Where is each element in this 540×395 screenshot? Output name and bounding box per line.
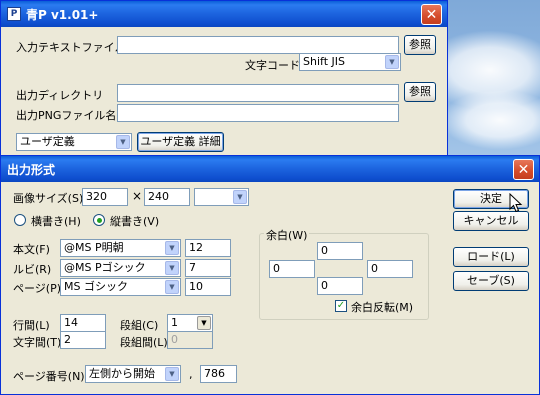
dialog-titlebar[interactable]: 出力形式 ✕ — [1, 156, 539, 182]
char-spacing-label: 文字間(T) — [13, 336, 62, 349]
chevron-down-icon[interactable]: ▼ — [165, 261, 179, 275]
page-font-label: ページ(P) — [13, 282, 61, 295]
charcode-value: Shift JIS — [303, 55, 345, 68]
horizontal-label: 横書き(H) — [31, 215, 81, 228]
margin-left-field[interactable]: 0 — [269, 260, 315, 278]
charcode-select[interactable]: Shift JIS ▼ — [299, 53, 401, 71]
chevron-down-icon[interactable]: ▼ — [165, 280, 179, 294]
line-spacing-field[interactable]: 14 — [60, 314, 106, 332]
close-icon[interactable]: ✕ — [513, 159, 534, 180]
height-field[interactable]: 240 — [144, 188, 190, 206]
horizontal-radio[interactable] — [14, 214, 26, 226]
output-dir-field[interactable] — [117, 84, 399, 102]
cancel-button[interactable]: キャンセル — [453, 211, 529, 231]
app-icon: P — [7, 7, 21, 21]
columns-label: 段組(C) — [120, 319, 159, 332]
chevron-down-icon[interactable]: ▼ — [197, 316, 211, 330]
dialog-title: 出力形式 — [7, 162, 56, 177]
column-gap-field: 0 — [167, 331, 213, 349]
main-window: P 青P v1.01+ ✕ 入力テキストファイル 参照 文字コード Shift … — [0, 0, 448, 158]
cloud — [440, 90, 540, 150]
page-font-select[interactable]: MS ゴシック ▼ — [60, 278, 181, 296]
chevron-down-icon[interactable]: ▼ — [116, 135, 130, 149]
margin-group-label: 余白(W) — [264, 227, 310, 243]
ruby-font-select[interactable]: @MS Pゴシック ▼ — [60, 259, 181, 277]
preset-value: ユーザ定義 — [20, 135, 75, 148]
vertical-label: 縦書き(V) — [110, 215, 160, 228]
page-size-field[interactable]: 10 — [185, 278, 231, 296]
margin-flip-checkbox[interactable]: ✓ — [335, 300, 347, 312]
times-sign: × — [132, 189, 143, 203]
image-size-label: 画像サイズ(S) — [13, 192, 84, 205]
body-size-field[interactable]: 12 — [185, 239, 231, 257]
browse-output-button[interactable]: 参照 — [404, 82, 436, 102]
save-button[interactable]: セーブ(S) — [453, 271, 529, 291]
column-gap-label: 段組間(L) — [120, 336, 168, 349]
chevron-down-icon[interactable]: ▼ — [165, 241, 179, 255]
margin-top-field[interactable]: 0 — [317, 242, 363, 260]
output-format-dialog: 出力形式 ✕ 画像サイズ(S) 320 × 240 ▼ 横書き(H) 縦書き(V… — [0, 155, 540, 395]
page-number-mode-value: 左側から開始 — [89, 367, 155, 380]
body-font-label: 本文(F) — [13, 243, 50, 256]
body-font-select[interactable]: @MS P明朝 ▼ — [60, 239, 181, 257]
charcode-label: 文字コード — [245, 59, 300, 72]
size-preset-select[interactable]: ▼ — [194, 188, 249, 206]
comma-separator: , — [189, 368, 193, 381]
main-titlebar[interactable]: P 青P v1.01+ ✕ — [1, 1, 447, 27]
load-button[interactable]: ロード(L) — [453, 247, 529, 267]
browse-input-button[interactable]: 参照 — [404, 35, 436, 55]
page-number-offset-field[interactable]: 786 — [200, 365, 237, 383]
width-field[interactable]: 320 — [82, 188, 128, 206]
mouse-cursor-icon — [509, 193, 523, 213]
margin-bottom-field[interactable]: 0 — [317, 277, 363, 295]
chevron-down-icon[interactable]: ▼ — [385, 55, 399, 69]
columns-select[interactable]: 1 ▼ — [167, 314, 213, 332]
ruby-size-field[interactable]: 7 — [185, 259, 231, 277]
page-font-value: MS ゴシック — [64, 280, 128, 293]
input-file-field[interactable] — [117, 36, 399, 54]
page-number-label: ページ番号(N) — [13, 370, 85, 383]
preset-select[interactable]: ユーザ定義 ▼ — [16, 133, 132, 151]
line-spacing-label: 行間(L) — [13, 319, 50, 332]
columns-value: 1 — [171, 316, 178, 329]
ruby-font-value: @MS Pゴシック — [64, 261, 146, 274]
char-spacing-field[interactable]: 2 — [60, 331, 106, 349]
margin-right-field[interactable]: 0 — [367, 260, 413, 278]
ruby-font-label: ルビ(R) — [13, 263, 52, 276]
page-number-mode-select[interactable]: 左側から開始 ▼ — [85, 365, 181, 383]
chevron-down-icon[interactable]: ▼ — [165, 367, 179, 381]
png-name-label: 出力PNGファイル名 — [16, 109, 117, 122]
output-dir-label: 出力ディレクトリ — [16, 89, 104, 102]
close-icon[interactable]: ✕ — [421, 4, 442, 25]
margin-flip-label: 余白反転(M) — [351, 301, 414, 314]
window-title: 青P v1.01+ — [26, 7, 99, 22]
chevron-down-icon[interactable]: ▼ — [233, 190, 247, 204]
png-name-field[interactable] — [117, 104, 399, 122]
input-file-label: 入力テキストファイル — [16, 41, 126, 54]
vertical-radio[interactable] — [93, 214, 105, 226]
body-font-value: @MS P明朝 — [64, 241, 124, 254]
preset-detail-button[interactable]: ユーザ定義 詳細 — [137, 132, 224, 152]
